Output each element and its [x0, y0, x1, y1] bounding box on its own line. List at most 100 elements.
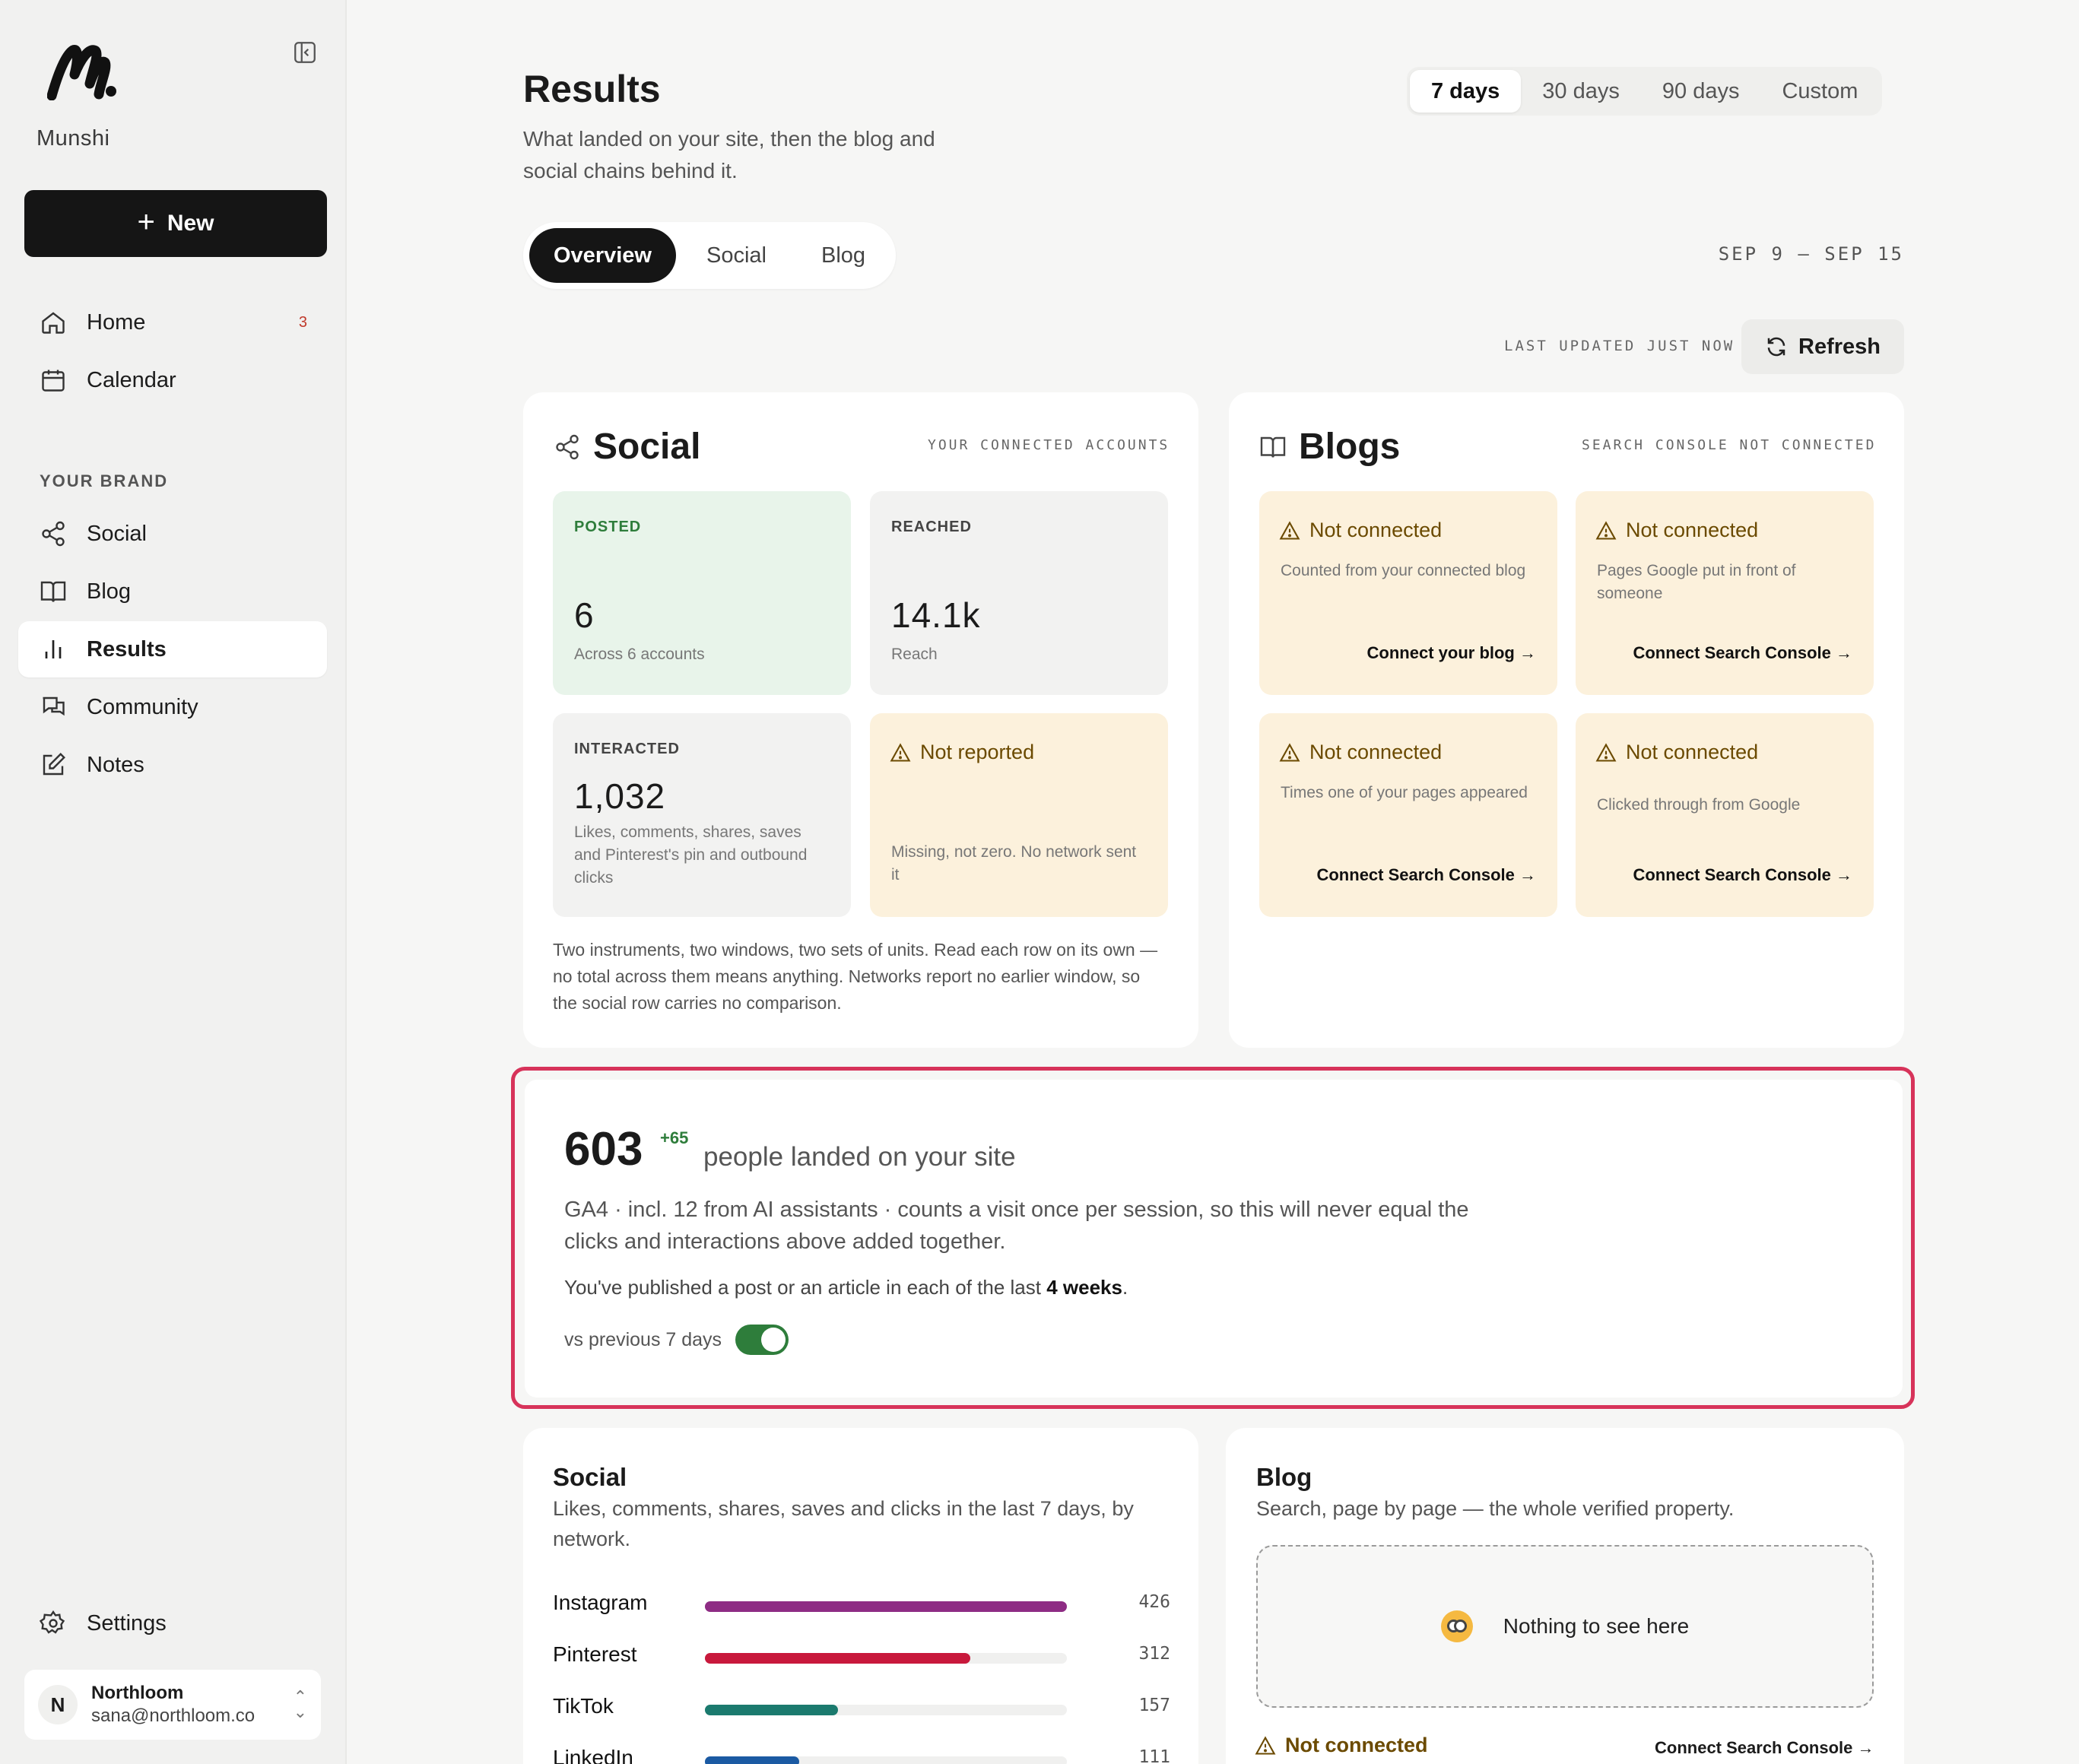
range-custom[interactable]: Custom	[1760, 70, 1879, 113]
blogs-title-text: Blogs	[1299, 427, 1401, 467]
blog-tile: Not connected Pages Google put in front …	[1576, 491, 1874, 695]
chevron-up-down-icon: ⌃ ⌄	[293, 1687, 307, 1721]
sidebar-item-label: Calendar	[87, 367, 176, 392]
sidebar: Munshi + New Home 3 Calendar YOUR BRAND …	[0, 0, 347, 1764]
network-value: 157	[1138, 1696, 1170, 1715]
new-button[interactable]: + New	[24, 190, 327, 257]
warning-title-text: Not connected	[1309, 519, 1443, 541]
page-subtitle: What landed on your site, then the blog …	[523, 127, 935, 182]
warning-title-text: Not connected	[1626, 741, 1759, 763]
collapse-sidebar-icon[interactable]	[292, 40, 318, 65]
connect-search-console-link[interactable]: Connect Search Console →	[1655, 1738, 1874, 1758]
social-card-meta: YOUR CONNECTED ACCOUNTS	[928, 437, 1170, 453]
bar-track	[705, 1601, 1067, 1612]
interacted-tile: INTERACTED 1,032 Likes, comments, shares…	[553, 713, 851, 917]
warning-icon	[1595, 520, 1617, 540]
streak-weeks: 4 weeks	[1046, 1276, 1122, 1299]
range-90-days[interactable]: 90 days	[1641, 70, 1761, 113]
warning-icon	[1279, 520, 1300, 540]
sidebar-item-results[interactable]: Results	[18, 621, 327, 677]
social-breakdown-subtitle: Likes, comments, shares, saves and click…	[553, 1497, 1134, 1550]
blog-breakdown-subtitle: Search, page by page — the whole verifie…	[1256, 1497, 1735, 1520]
sidebar-item-label: Notes	[87, 752, 144, 777]
blog-warning: Not connected	[1255, 1734, 1428, 1757]
tile-value: 6	[574, 595, 595, 635]
tile-note: Times one of your pages appeared	[1281, 784, 1528, 801]
refresh-icon	[1767, 337, 1785, 357]
tab-blog[interactable]: Blog	[797, 228, 890, 283]
sidebar-item-blog[interactable]: Blog	[18, 563, 327, 620]
tile-note: Clicked through from Google	[1597, 796, 1801, 814]
tile-note: Likes, comments, shares, saves and Pinte…	[574, 823, 808, 887]
sidebar-item-notes[interactable]: Notes	[18, 737, 327, 793]
bar-track	[705, 1705, 1067, 1715]
warning-title: Not reported	[890, 741, 1034, 764]
posted-tile: POSTED 6 Across 6 accounts	[553, 491, 851, 695]
warning-title-text: Not reported	[920, 741, 1035, 763]
sidebar-item-label: Settings	[87, 1610, 167, 1636]
bar-fill	[705, 1601, 1067, 1612]
home-icon	[42, 312, 65, 334]
sidebar-item-label: Social	[87, 521, 147, 546]
edit-note-icon	[43, 753, 65, 776]
blog-tile: Not connected Times one of your pages ap…	[1259, 713, 1557, 917]
visits-value: 603	[564, 1123, 643, 1175]
sidebar-item-label: Results	[87, 636, 167, 662]
comparison-label: vs previous 7 days	[564, 1328, 722, 1350]
share-icon	[556, 434, 579, 459]
network-value: 426	[1138, 1592, 1170, 1612]
blog-breakdown-title: Blog	[1256, 1463, 1312, 1491]
connect-search-console-link[interactable]: Connect Search Console →	[1633, 643, 1852, 663]
sidebar-item-label: Blog	[87, 579, 132, 604]
comparison-toggle[interactable]	[735, 1325, 789, 1355]
tab-social[interactable]: Social	[682, 228, 791, 283]
sidebar-item-calendar[interactable]: Calendar	[18, 352, 327, 408]
warning-title: Not connected	[1595, 741, 1758, 764]
warning-icon	[890, 742, 911, 762]
account-email: sana@northloom.co	[91, 1705, 256, 1726]
date-range-selector: 7 days 30 days 90 days Custom	[1407, 67, 1883, 116]
blogs-card-title: Blogs	[1259, 426, 1400, 468]
connect-blog-link[interactable]: Connect your blog →	[1367, 643, 1536, 663]
empty-state-text: Nothing to see here	[1503, 1614, 1690, 1638]
account-switcher[interactable]: N Northloom sana@northloom.co ⌃ ⌄	[24, 1670, 321, 1740]
sidebar-item-community[interactable]: Community	[18, 679, 327, 735]
refresh-label: Refresh	[1798, 334, 1881, 359]
refresh-button[interactable]: Refresh	[1741, 319, 1904, 374]
tile-label: REACHED	[891, 519, 972, 535]
share-icon	[42, 521, 65, 547]
sidebar-item-label: Home	[87, 309, 146, 335]
tile-value: 14.1k	[891, 595, 981, 635]
range-30-days[interactable]: 30 days	[1521, 70, 1641, 113]
network-name: Pinterest	[553, 1642, 637, 1666]
sidebar-item-settings[interactable]: Settings	[18, 1595, 327, 1651]
avatar: N	[38, 1685, 78, 1724]
connect-search-console-link[interactable]: Connect Search Console →	[1633, 865, 1852, 885]
visits-delta: +65	[660, 1128, 689, 1147]
warning-icon	[1255, 1735, 1276, 1755]
site-visits-card: 603 +65 people landed on your site GA4 ·…	[525, 1080, 1903, 1398]
sidebar-item-home[interactable]: Home 3	[18, 294, 327, 351]
calendar-icon	[42, 370, 65, 392]
date-range-label: SEP 9 – SEP 15	[1718, 243, 1904, 265]
not-reported-tile: Not reported Missing, not zero. No netwo…	[870, 713, 1168, 917]
network-bar-row: Pinterest 312	[553, 1642, 1170, 1673]
range-7-days[interactable]: 7 days	[1410, 70, 1522, 113]
tab-overview[interactable]: Overview	[529, 228, 676, 283]
network-name: LinkedIn	[553, 1746, 633, 1764]
results-tabs: Overview Social Blog	[523, 222, 897, 289]
bar-fill	[705, 1653, 970, 1664]
comparison-toggle-row: vs previous 7 days	[564, 1325, 789, 1355]
tile-label: POSTED	[574, 519, 642, 535]
network-value: 111	[1138, 1747, 1170, 1764]
connect-search-console-link[interactable]: Connect Search Console →	[1316, 865, 1536, 885]
bar-fill	[705, 1705, 839, 1715]
network-bar-row: Instagram 426	[553, 1591, 1170, 1621]
tile-note: Reach	[891, 646, 938, 663]
munshi-logo[interactable]	[47, 44, 117, 100]
social-title-text: Social	[593, 427, 701, 467]
chat-bubbles-icon	[43, 696, 65, 716]
network-value: 312	[1138, 1644, 1170, 1664]
network-name: TikTok	[553, 1694, 614, 1718]
sidebar-item-social[interactable]: Social	[18, 506, 327, 562]
